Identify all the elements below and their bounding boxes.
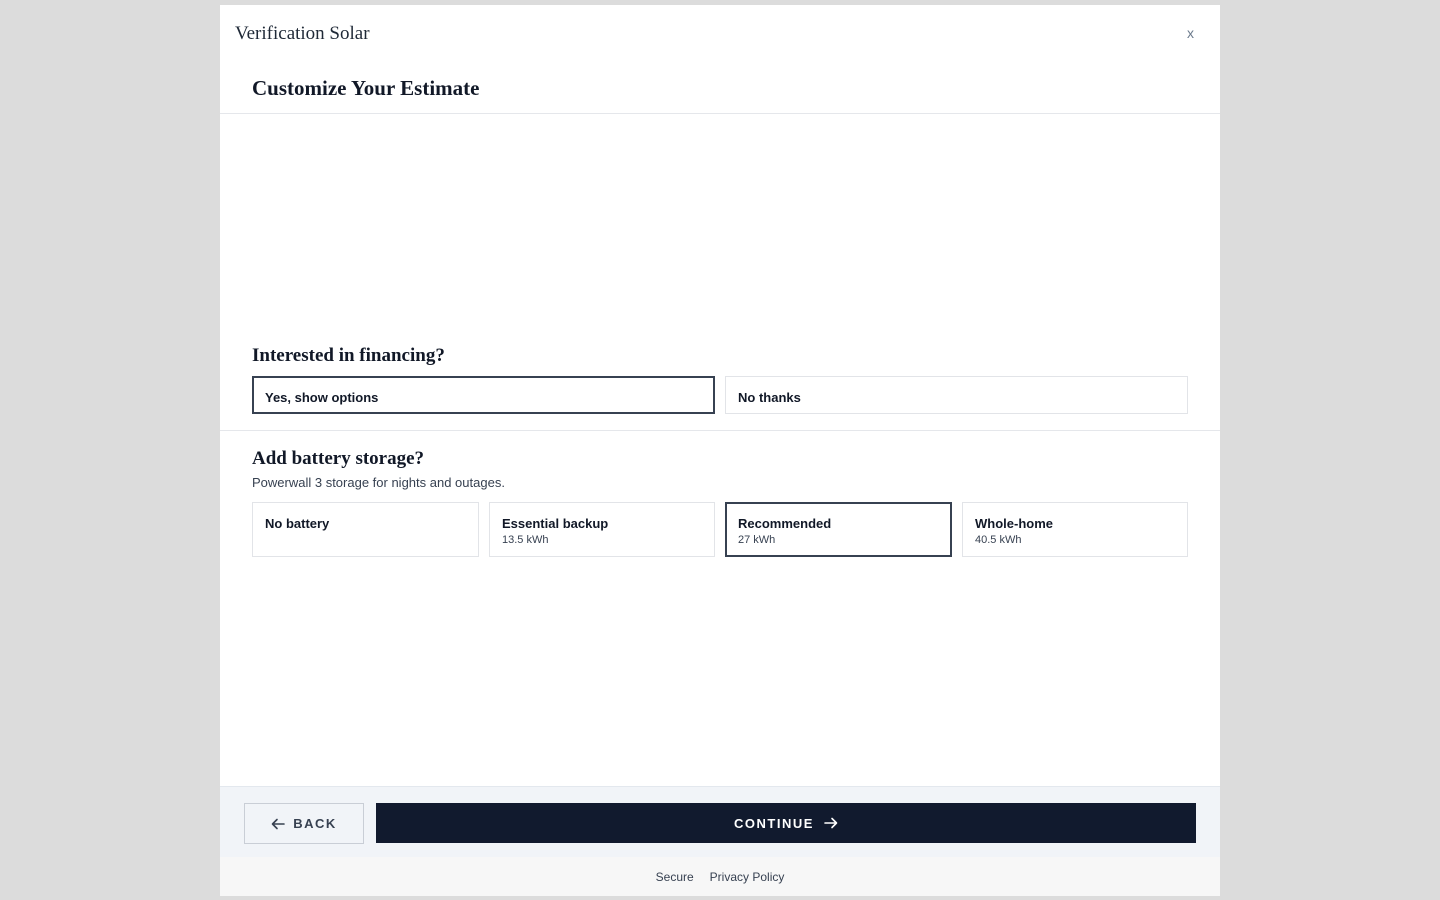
battery-subtitle: Powerwall 3 storage for nights and outag… (252, 475, 505, 490)
battery-option-capacity: 40.5 kWh (975, 534, 1022, 546)
header-divider (220, 113, 1220, 114)
battery-option-whole-home[interactable]: Whole-home 40.5 kWh (962, 502, 1188, 557)
modal-footer: BACK CONTINUE (220, 786, 1220, 857)
secure-link[interactable]: Secure (656, 870, 694, 884)
modal-topbar: Verification Solar x (220, 5, 1220, 65)
page-title: Customize Your Estimate (252, 76, 480, 100)
privacy-policy-link[interactable]: Privacy Policy (710, 870, 785, 884)
arrow-left-icon (271, 818, 286, 830)
battery-option-recommended[interactable]: Recommended 27 kWh (725, 502, 952, 557)
battery-option-essential[interactable]: Essential backup 13.5 kWh (489, 502, 715, 557)
section-divider (220, 430, 1220, 431)
financing-option-label: Yes, show options (265, 390, 379, 405)
back-button[interactable]: BACK (244, 803, 364, 844)
battery-option-capacity: 13.5 kWh (502, 534, 549, 546)
financing-option-yes[interactable]: Yes, show options (252, 376, 715, 414)
estimate-modal: Verification Solar x Customize Your Esti… (220, 5, 1220, 896)
battery-option-capacity: 27 kWh (738, 534, 776, 546)
battery-option-label: Whole-home (975, 516, 1053, 531)
battery-option-label: Essential backup (502, 516, 609, 531)
back-button-label: BACK (293, 816, 337, 831)
financing-option-label: No thanks (738, 390, 801, 405)
close-button[interactable]: x (1187, 25, 1194, 41)
brand-name: Verification Solar (235, 23, 370, 44)
legal-links: Secure Privacy Policy (220, 857, 1220, 896)
continue-button[interactable]: CONTINUE (376, 803, 1196, 843)
financing-option-no[interactable]: No thanks (725, 376, 1188, 414)
battery-option-none[interactable]: No battery (252, 502, 479, 557)
battery-option-label: No battery (265, 516, 330, 531)
battery-option-label: Recommended (738, 516, 832, 531)
battery-question: Add battery storage? (252, 448, 425, 469)
financing-question: Interested in financing? (252, 345, 445, 366)
continue-button-label: CONTINUE (734, 815, 814, 831)
arrow-right-icon (824, 817, 838, 829)
